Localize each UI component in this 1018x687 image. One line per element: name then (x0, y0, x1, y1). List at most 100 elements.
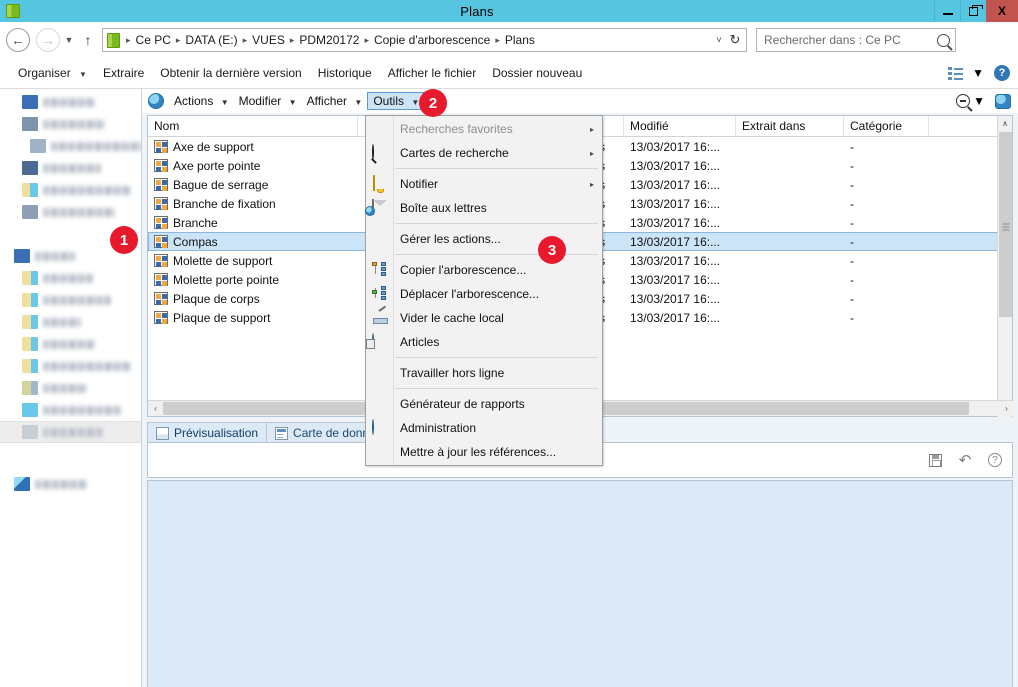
column-header-name[interactable]: Nom (148, 116, 358, 136)
preview-icon (156, 426, 169, 440)
breadcrumb-item-0[interactable]: Ce PC (133, 32, 174, 48)
tree-item-label-redacted (43, 119, 105, 129)
scroll-right-button[interactable]: › (999, 401, 1014, 416)
tree-item-label-redacted (35, 479, 87, 489)
file-modified: 13/03/2017 16:... (630, 139, 721, 154)
breadcrumb-item-5[interactable]: Plans (502, 32, 538, 48)
up-button[interactable]: ↑ (78, 32, 98, 48)
file-name: Plaque de support (173, 310, 271, 325)
menu-item-update-references[interactable]: Mettre à jour les références... (366, 440, 602, 464)
chevron-down-icon[interactable]: ▼ (972, 66, 984, 80)
tree-item[interactable] (0, 355, 141, 377)
assembly-icon (154, 292, 168, 305)
copy-tree-icon (371, 262, 388, 278)
navigation-tree-pane[interactable] (0, 89, 141, 687)
menu-item-administration[interactable]: Administration (366, 416, 602, 440)
file-category: - (850, 234, 854, 249)
menu-item-manage-actions[interactable]: Gérer les actions... (366, 227, 602, 251)
tree-item[interactable] (0, 267, 141, 289)
change-view-icon[interactable] (948, 66, 964, 80)
forward-button[interactable]: → (36, 28, 60, 52)
back-button[interactable]: ← (6, 28, 30, 52)
vault-view-icon[interactable] (995, 93, 1011, 109)
menu-actions[interactable]: Actions ▼ (169, 92, 234, 110)
menu-separator (395, 357, 598, 358)
tree-item[interactable] (0, 289, 141, 311)
recent-locations-icon[interactable]: ▼ (60, 35, 78, 45)
close-button[interactable]: X (986, 0, 1018, 22)
help-icon[interactable]: ? (994, 65, 1010, 81)
show-file-button[interactable]: Afficher le fichier (380, 63, 484, 83)
get-latest-version-button[interactable]: Obtenir la dernière version (152, 63, 309, 83)
help-button[interactable]: ? (986, 451, 1004, 469)
menu-item-favorite-searches[interactable]: Recherches favorites ▸ (366, 117, 602, 141)
tree-item[interactable] (0, 399, 141, 421)
search-input[interactable] (762, 32, 937, 48)
column-header-modified[interactable]: Modifié (624, 116, 736, 136)
tree-item[interactable] (0, 157, 141, 179)
vertical-scrollbar[interactable]: ∧ ∨ (997, 116, 1012, 417)
menu-item-notify[interactable]: Notifier ▸ (366, 172, 602, 196)
breadcrumb-item-2[interactable]: VUES (249, 32, 288, 48)
chevron-down-icon[interactable]: ˅ (712, 35, 726, 45)
breadcrumb-separator: ▸ (289, 34, 295, 45)
maximize-button[interactable] (960, 0, 986, 22)
zoom-out-icon[interactable] (956, 94, 971, 108)
tree-item[interactable] (0, 113, 141, 135)
menu-modify[interactable]: Modifier ▼ (234, 92, 302, 110)
tree-item[interactable] (0, 377, 141, 399)
tree-item[interactable] (0, 201, 141, 223)
tree-item-label-redacted (43, 339, 95, 349)
vertical-scroll-thumb[interactable] (999, 132, 1012, 317)
menu-item-move-tree[interactable]: Déplacer l'arborescence... (366, 282, 602, 306)
breadcrumb-item-4[interactable]: Copie d'arborescence (371, 32, 493, 48)
history-button[interactable]: Historique (310, 63, 380, 83)
file-category: - (850, 139, 854, 154)
scroll-grip-icon (1002, 221, 1009, 230)
refresh-icon[interactable]: ↻ (726, 32, 744, 48)
menu-separator (395, 388, 598, 389)
file-name: Axe de support (173, 139, 254, 154)
menu-item-label: Déplacer l'arborescence... (400, 287, 540, 301)
undo-button[interactable]: ↶ (956, 451, 974, 469)
scroll-up-button[interactable]: ∧ (998, 116, 1012, 131)
menu-item-report-generator[interactable]: Générateur de rapports (366, 392, 602, 416)
minimize-button[interactable] (934, 0, 960, 22)
organize-button[interactable]: Organiser ▼ (10, 63, 95, 83)
breadcrumb-item-3[interactable]: PDM20172 (296, 32, 362, 48)
chevron-down-icon[interactable]: ▼ (973, 94, 985, 108)
breadcrumb[interactable]: ▸ Ce PC ▸ DATA (E:) ▸ VUES ▸ PDM20172 ▸ … (102, 28, 747, 52)
checkout-button[interactable]: Extraire (95, 63, 152, 83)
folder-icon (22, 161, 38, 175)
tree-item-selected[interactable] (0, 421, 141, 443)
menu-item-work-offline[interactable]: Travailler hors ligne (366, 361, 602, 385)
tree-group (0, 473, 141, 495)
menu-tools[interactable]: Outils ▼ (367, 92, 426, 110)
menu-item-mailbox[interactable]: Boîte aux lettres (366, 196, 602, 220)
file-name: Molette porte pointe (173, 272, 280, 287)
tree-item[interactable] (0, 91, 141, 113)
tools-dropdown-menu[interactable]: Recherches favorites ▸ Cartes de recherc… (365, 115, 603, 466)
tree-item[interactable] (0, 311, 141, 333)
breadcrumb-item-1[interactable]: DATA (E:) (182, 32, 240, 48)
tree-item-label-redacted (43, 317, 81, 327)
tree-item[interactable] (0, 473, 141, 495)
tree-item[interactable] (0, 333, 141, 355)
tree-item[interactable] (0, 135, 141, 157)
tab-preview[interactable]: Prévisualisation (147, 422, 268, 443)
menu-display[interactable]: Afficher ▼ (302, 92, 368, 110)
address-bar: ← → ▼ ↑ ▸ Ce PC ▸ DATA (E:) ▸ VUES ▸ PDM… (0, 22, 1018, 58)
save-button[interactable] (926, 451, 944, 469)
column-header-category[interactable]: Catégorie (844, 116, 929, 136)
folder-icon (22, 95, 38, 109)
search-box[interactable] (756, 28, 956, 52)
scroll-left-button[interactable]: ‹ (148, 401, 163, 416)
menu-item-clear-local-cache[interactable]: Vider le cache local (366, 306, 602, 330)
menu-tools-label: Outils (373, 94, 404, 108)
new-folder-button[interactable]: Dossier nouveau (484, 63, 590, 83)
menu-item-items[interactable]: Articles (366, 330, 602, 354)
menu-item-copy-tree[interactable]: Copier l'arborescence... (366, 258, 602, 282)
menu-item-search-cards[interactable]: Cartes de recherche ▸ (366, 141, 602, 165)
column-header-checked-out[interactable]: Extrait dans (736, 116, 844, 136)
tree-item[interactable] (0, 179, 141, 201)
